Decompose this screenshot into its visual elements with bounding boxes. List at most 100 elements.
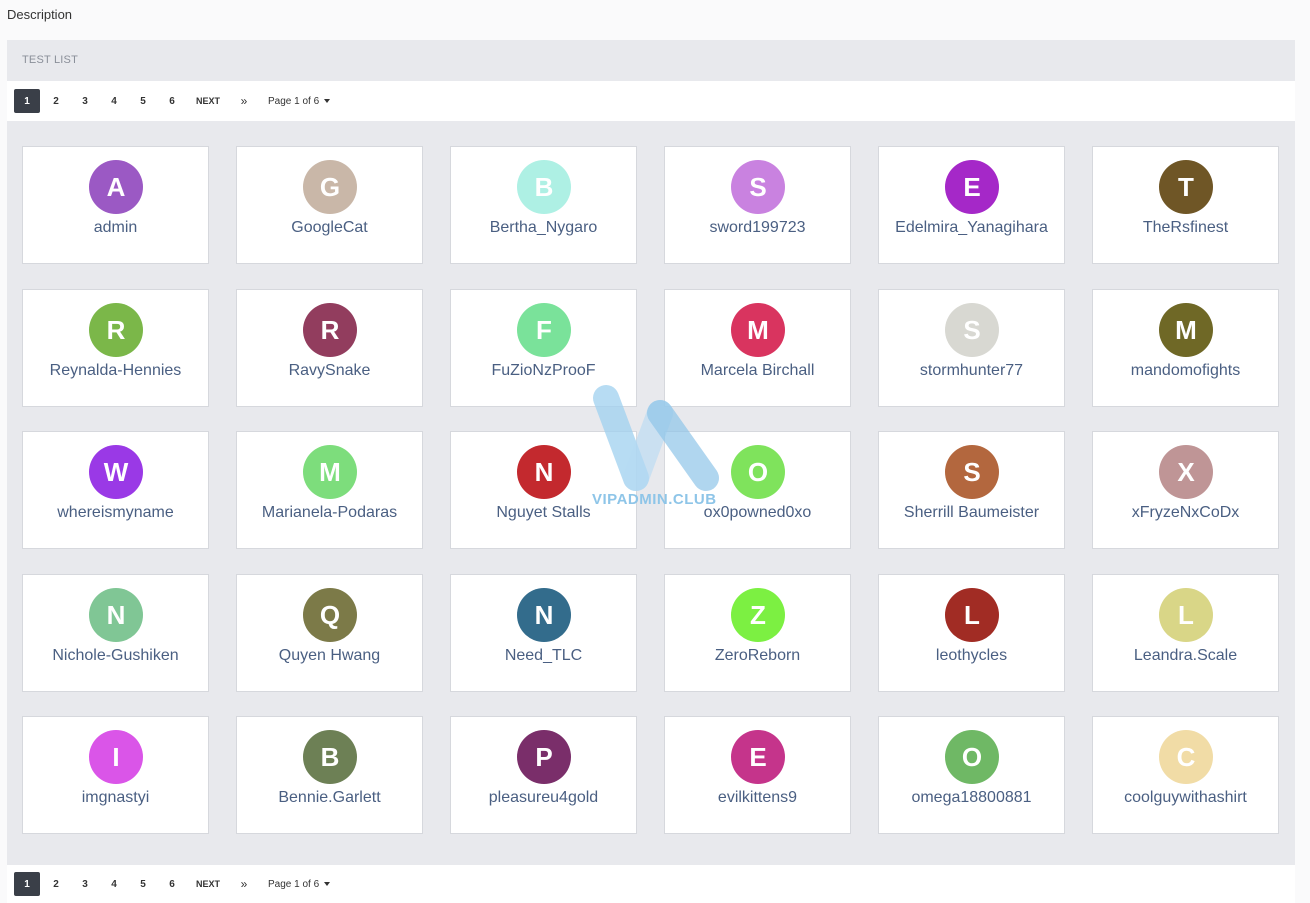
- user-card[interactable]: Iimgnastyi: [22, 716, 209, 834]
- page-3-button[interactable]: 3: [72, 872, 98, 896]
- page-5-button[interactable]: 5: [130, 89, 156, 113]
- avatar: E: [731, 730, 785, 784]
- next-page-button[interactable]: NEXT: [188, 872, 228, 896]
- avatar: L: [1159, 588, 1213, 642]
- page-4-button[interactable]: 4: [101, 89, 127, 113]
- avatar: Z: [731, 588, 785, 642]
- username-link[interactable]: TheRsfinest: [1093, 219, 1278, 237]
- username-link[interactable]: Edelmira_Yanagihara: [879, 219, 1064, 237]
- list-header: TEST LIST: [7, 40, 1295, 81]
- avatar: L: [945, 588, 999, 642]
- avatar: F: [517, 303, 571, 357]
- user-card[interactable]: Ssword199723: [664, 146, 851, 264]
- avatar: C: [1159, 730, 1213, 784]
- page-4-button[interactable]: 4: [101, 872, 127, 896]
- username-link[interactable]: ZeroReborn: [665, 647, 850, 665]
- username-link[interactable]: Leandra.Scale: [1093, 647, 1278, 665]
- username-link[interactable]: coolguywithashirt: [1093, 789, 1278, 807]
- user-card[interactable]: N Nichole-Gushiken: [22, 574, 209, 692]
- username-link[interactable]: RavySnake: [237, 362, 422, 380]
- username-link[interactable]: evilkittens9: [665, 789, 850, 807]
- avatar: R: [89, 303, 143, 357]
- username-link[interactable]: Nguyet Stalls: [451, 504, 636, 522]
- avatar: N: [517, 445, 571, 499]
- page-6-button[interactable]: 6: [159, 872, 185, 896]
- avatar: M: [731, 303, 785, 357]
- username-link[interactable]: Marianela-Podaras: [237, 504, 422, 522]
- pagination-top: 1 2 3 4 5 6 NEXT » Page 1 of 6: [7, 81, 1295, 121]
- last-page-button[interactable]: »: [231, 872, 257, 896]
- username-link[interactable]: xFryzeNxCoDx: [1093, 504, 1278, 522]
- user-card[interactable]: M Marianela-Podaras: [236, 431, 423, 549]
- user-card[interactable]: Lleothycles: [878, 574, 1065, 692]
- username-link[interactable]: Nichole-Gushiken: [23, 647, 208, 665]
- page-select-dropdown[interactable]: Page 1 of 6: [268, 95, 331, 107]
- avatar: M: [1159, 303, 1213, 357]
- user-card[interactable]: E Edelmira_Yanagihara: [878, 146, 1065, 264]
- page-2-button[interactable]: 2: [43, 872, 69, 896]
- username-link[interactable]: FuZioNzProoF: [451, 362, 636, 380]
- user-card[interactable]: Ccoolguywithashirt: [1092, 716, 1279, 834]
- user-card[interactable]: R RavySnake: [236, 289, 423, 407]
- last-page-button[interactable]: »: [231, 89, 257, 113]
- user-card[interactable]: B Bennie.Garlett: [236, 716, 423, 834]
- username-link[interactable]: mandomofights: [1093, 362, 1278, 380]
- page-1-button[interactable]: 1: [14, 872, 40, 896]
- user-card[interactable]: Sstormhunter77: [878, 289, 1065, 407]
- user-card[interactable]: Mmandomofights: [1092, 289, 1279, 407]
- username-link[interactable]: GoogleCat: [237, 219, 422, 237]
- user-card[interactable]: F FuZioNzProoF: [450, 289, 637, 407]
- user-card[interactable]: N Need_TLC: [450, 574, 637, 692]
- avatar: M: [303, 445, 357, 499]
- user-card[interactable]: R Reynalda-Hennies: [22, 289, 209, 407]
- avatar: Q: [303, 588, 357, 642]
- user-card[interactable]: L Leandra.Scale: [1092, 574, 1279, 692]
- username-link[interactable]: admin: [23, 219, 208, 237]
- page-select-dropdown[interactable]: Page 1 of 6: [268, 879, 331, 890]
- username-link[interactable]: ox0powned0xo: [665, 504, 850, 522]
- username-link[interactable]: leothycles: [879, 647, 1064, 665]
- next-page-button[interactable]: NEXT: [188, 89, 228, 113]
- page-of-label: Page 1 of 6: [268, 95, 320, 107]
- username-link[interactable]: Marcela Birchall: [665, 362, 850, 380]
- username-link[interactable]: whereismyname: [23, 504, 208, 522]
- username-link[interactable]: omega18800881: [879, 789, 1064, 807]
- avatar: S: [731, 160, 785, 214]
- avatar: W: [89, 445, 143, 499]
- user-card[interactable]: Oox0powned0xo: [664, 431, 851, 549]
- username-link[interactable]: Quyen Hwang: [237, 647, 422, 665]
- user-card[interactable]: Wwhereismyname: [22, 431, 209, 549]
- list-title: TEST LIST: [22, 54, 78, 66]
- username-link[interactable]: Bertha_Nygaro: [451, 219, 636, 237]
- user-card[interactable]: Q Quyen Hwang: [236, 574, 423, 692]
- username-link[interactable]: Need_TLC: [451, 647, 636, 665]
- user-card[interactable]: Oomega18800881: [878, 716, 1065, 834]
- avatar: S: [945, 303, 999, 357]
- user-card[interactable]: B Bertha_Nygaro: [450, 146, 637, 264]
- avatar: O: [945, 730, 999, 784]
- user-card[interactable]: Eevilkittens9: [664, 716, 851, 834]
- username-link[interactable]: imgnastyi: [23, 789, 208, 807]
- avatar: P: [517, 730, 571, 784]
- user-card[interactable]: T TheRsfinest: [1092, 146, 1279, 264]
- username-link[interactable]: Bennie.Garlett: [237, 789, 422, 807]
- page-6-button[interactable]: 6: [159, 89, 185, 113]
- page-5-button[interactable]: 5: [130, 872, 156, 896]
- user-card[interactable]: S Sherrill Baumeister: [878, 431, 1065, 549]
- page-1-button[interactable]: 1: [14, 89, 40, 113]
- username-link[interactable]: sword199723: [665, 219, 850, 237]
- username-link[interactable]: Reynalda-Hennies: [23, 362, 208, 380]
- user-card[interactable]: N Nguyet Stalls: [450, 431, 637, 549]
- username-link[interactable]: pleasureu4gold: [451, 789, 636, 807]
- avatar: B: [517, 160, 571, 214]
- user-card[interactable]: Ppleasureu4gold: [450, 716, 637, 834]
- user-card[interactable]: Z ZeroReborn: [664, 574, 851, 692]
- user-card[interactable]: Aadmin: [22, 146, 209, 264]
- user-card[interactable]: XxFryzeNxCoDx: [1092, 431, 1279, 549]
- username-link[interactable]: stormhunter77: [879, 362, 1064, 380]
- page-3-button[interactable]: 3: [72, 89, 98, 113]
- user-card[interactable]: M Marcela Birchall: [664, 289, 851, 407]
- username-link[interactable]: Sherrill Baumeister: [879, 504, 1064, 522]
- user-card[interactable]: G GoogleCat: [236, 146, 423, 264]
- page-2-button[interactable]: 2: [43, 89, 69, 113]
